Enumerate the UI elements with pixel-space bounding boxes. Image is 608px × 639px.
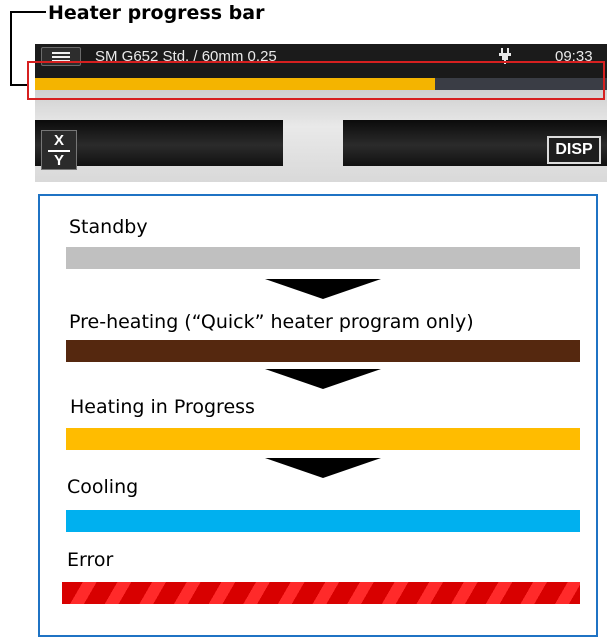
- callout-title: Heater progress bar: [48, 2, 265, 24]
- state-bar-heating: [66, 428, 580, 450]
- arrow-down-icon: [265, 279, 381, 299]
- callout-leader-vertical: [10, 11, 12, 85]
- state-bar-error: [62, 582, 580, 604]
- arrow-down-icon: [265, 458, 381, 478]
- state-label-heating: Heating in Progress: [70, 396, 255, 418]
- callout-leader-stub: [10, 84, 28, 86]
- arrow-down-icon: [265, 369, 381, 389]
- state-bar-preheating: [66, 340, 580, 362]
- fiber-view: X Y DISP: [35, 90, 607, 182]
- xy-button-x-label: X: [53, 132, 64, 149]
- callout-leader-horizontal: [10, 11, 46, 13]
- state-bar-cooling: [66, 510, 580, 532]
- xy-toggle-button[interactable]: X Y: [41, 130, 77, 170]
- state-label-preheating: Pre-heating (“Quick” heater program only…: [69, 311, 474, 333]
- state-label-error: Error: [67, 549, 114, 571]
- heater-state-legend: Standby Pre-heating (“Quick” heater prog…: [38, 194, 598, 637]
- heater-bar-highlight: [27, 61, 605, 100]
- state-bar-standby: [66, 247, 580, 269]
- state-label-standby: Standby: [69, 216, 148, 238]
- state-label-cooling: Cooling: [67, 476, 139, 498]
- disp-button[interactable]: DISP: [547, 136, 601, 164]
- xy-button-y-label: Y: [53, 152, 64, 169]
